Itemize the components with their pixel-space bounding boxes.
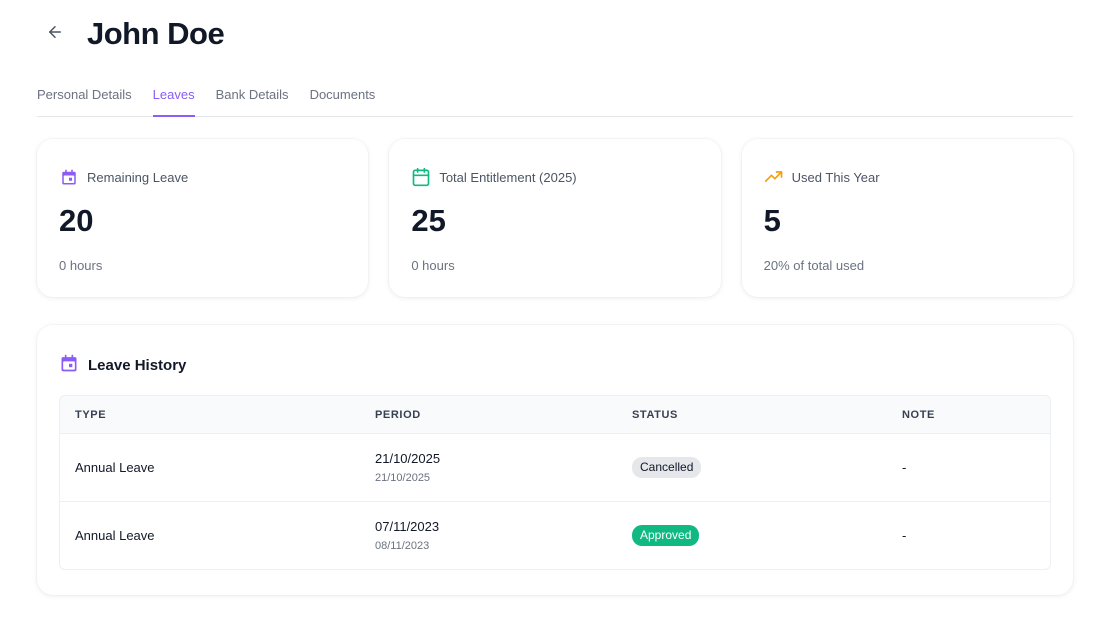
tab-bank-details[interactable]: Bank Details: [216, 87, 289, 117]
tab-leaves[interactable]: Leaves: [152, 87, 195, 117]
tab-documents[interactable]: Documents: [310, 87, 376, 117]
remaining-leave-card: Remaining Leave 20 0 hours: [37, 139, 369, 297]
column-header-status: STATUS: [632, 408, 678, 421]
leave-note: -: [902, 460, 907, 475]
page-header: John Doe: [37, 0, 1073, 68]
employee-page: John Doe Personal Details Leaves Bank De…: [0, 0, 1110, 636]
leave-note: -: [902, 528, 907, 543]
trending-up-icon: [764, 167, 784, 187]
leave-type: Annual Leave: [75, 460, 155, 475]
period-end: 21/10/2025: [375, 472, 431, 484]
table-row[interactable]: Annual Leave 21/10/2025 21/10/2025 Cance…: [60, 434, 1050, 502]
stat-subtext: 0 hours: [59, 258, 103, 273]
total-entitlement-card: Total Entitlement (2025) 25 0 hours: [389, 139, 721, 297]
back-button[interactable]: [37, 16, 73, 52]
stat-value: 25: [411, 203, 446, 238]
stat-subtext: 20% of total used: [763, 258, 865, 273]
status-badge: Approved: [632, 524, 700, 547]
stat-value: 20: [59, 203, 94, 238]
stat-header: Remaining Leave: [59, 167, 346, 187]
arrow-left-icon: [46, 23, 64, 46]
calendar-icon: [59, 167, 79, 187]
stat-header: Total Entitlement (2025): [411, 167, 698, 187]
calendar-icon: [59, 353, 79, 378]
used-this-year-card: Used This Year 5 20% of total used: [741, 139, 1073, 297]
leave-history-header: Leave History: [59, 353, 1051, 378]
page-title: John Doe: [87, 16, 225, 51]
leave-type: Annual Leave: [75, 528, 155, 543]
period-start: 07/11/2023: [375, 519, 440, 534]
tab-bar: Personal Details Leaves Bank Details Doc…: [37, 68, 1073, 117]
leave-status: Cancelled: [617, 456, 887, 479]
column-header-period: PERIOD: [375, 408, 421, 421]
leave-period: 07/11/2023 08/11/2023: [360, 519, 617, 552]
stat-header: Used This Year: [764, 167, 1051, 187]
leave-period: 21/10/2025 21/10/2025: [360, 451, 617, 484]
leave-history-title: Leave History: [88, 357, 187, 374]
stats-row: Remaining Leave 20 0 hours Total Entitle…: [37, 139, 1073, 297]
stat-label: Remaining Leave: [87, 169, 189, 185]
period-end: 08/11/2023: [375, 540, 430, 552]
status-badge: Cancelled: [632, 456, 702, 479]
stat-value: 5: [763, 203, 781, 238]
column-header-type: TYPE: [75, 408, 107, 421]
column-header-note: NOTE: [902, 408, 935, 421]
leave-history-table: TYPE PERIOD STATUS NOTE Annual Leave 21/…: [59, 395, 1051, 570]
table-header: TYPE PERIOD STATUS NOTE: [60, 396, 1050, 434]
calendar-icon: [411, 167, 431, 187]
table-row[interactable]: Annual Leave 07/11/2023 08/11/2023 Appro…: [60, 502, 1050, 569]
stat-label: Total Entitlement (2025): [439, 169, 577, 185]
stat-label: Used This Year: [791, 169, 880, 185]
leave-history-card: Leave History TYPE PERIOD STATUS NOTE An…: [37, 325, 1073, 595]
tab-personal-details[interactable]: Personal Details: [37, 87, 132, 117]
stat-subtext: 0 hours: [411, 258, 455, 273]
period-start: 21/10/2025: [375, 451, 441, 466]
leave-status: Approved: [617, 524, 887, 547]
